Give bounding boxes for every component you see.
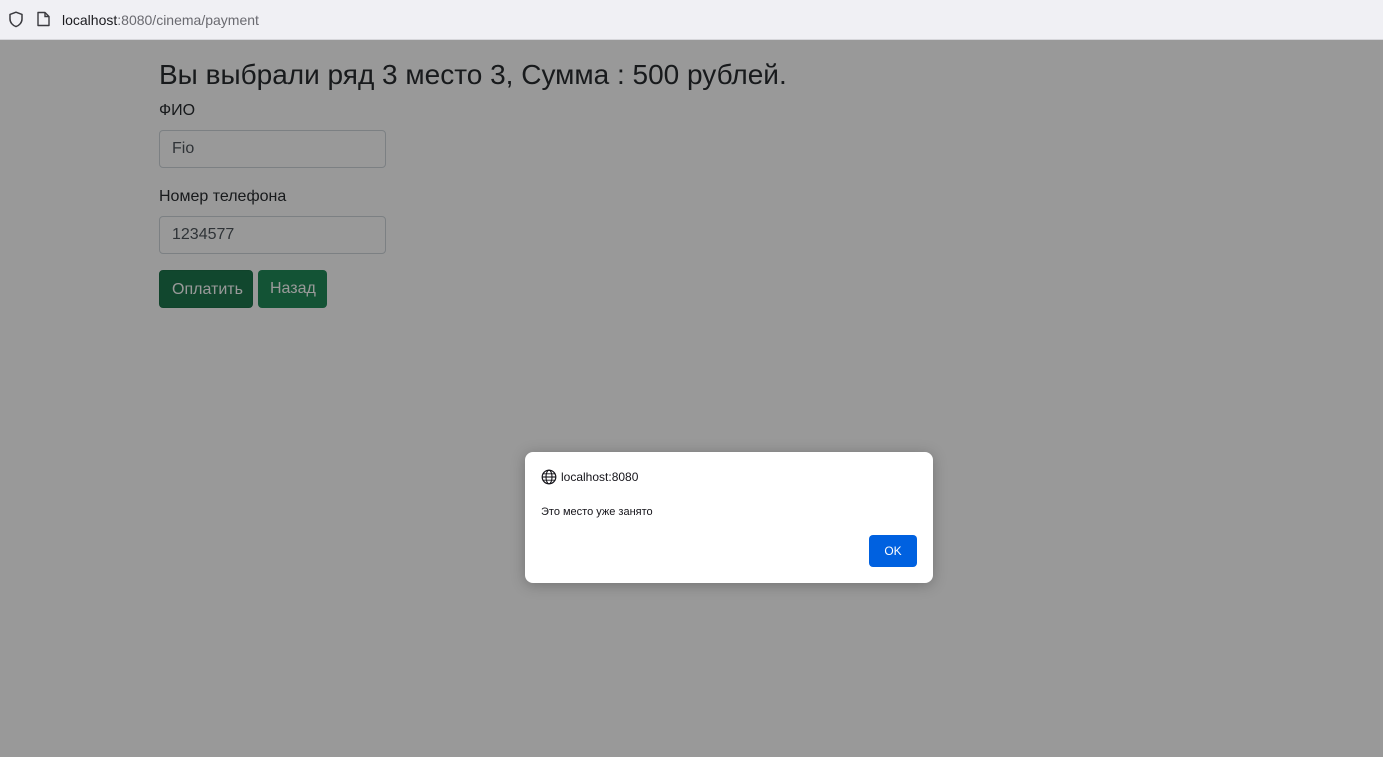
ok-button[interactable]: OK bbox=[869, 535, 917, 567]
modal-overlay bbox=[0, 40, 1383, 757]
dialog-origin: localhost:8080 bbox=[561, 470, 639, 484]
shield-icon[interactable] bbox=[8, 11, 24, 28]
url-field[interactable]: localhost:8080/cinema/payment bbox=[62, 12, 259, 28]
browser-address-bar: localhost:8080/cinema/payment bbox=[0, 0, 1383, 40]
globe-icon bbox=[541, 469, 557, 485]
alert-dialog: localhost:8080 Это место уже занято OK bbox=[525, 452, 933, 583]
url-path: :8080/cinema/payment bbox=[117, 12, 259, 28]
page-icon bbox=[37, 11, 50, 27]
dialog-message: Это место уже занято bbox=[541, 506, 653, 518]
url-host: localhost bbox=[62, 12, 118, 28]
